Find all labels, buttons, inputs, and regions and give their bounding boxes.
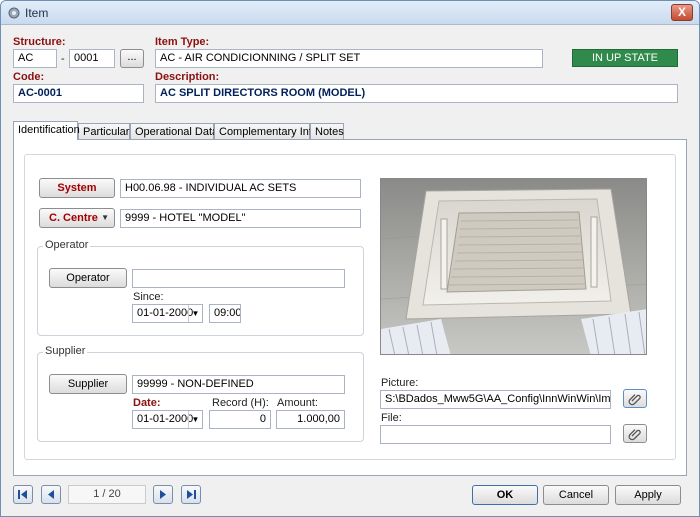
supplier-field[interactable]: 99999 - NON-DEFINED [132, 375, 345, 394]
description-field[interactable]: AC SPLIT DIRECTORS ROOM (MODEL) [155, 84, 678, 103]
record-pager: 1 / 20 [68, 485, 146, 504]
system-field[interactable]: H00.06.98 - INDIVIDUAL AC SETS [120, 179, 361, 198]
picture-label: Picture: [381, 377, 419, 389]
close-button[interactable]: X [671, 4, 693, 21]
tab-identification[interactable]: Identification [13, 121, 80, 140]
since-date-field[interactable]: 01-01-2000 ▼ [132, 304, 203, 323]
tab-complementary-info[interactable]: Complementary Info. [214, 123, 321, 140]
tab-notes[interactable]: Notes [310, 123, 344, 140]
since-date-value: 01-01-2000 [137, 307, 194, 319]
code-label: Code: [13, 71, 45, 83]
item-window: Item X Structure: AC - 0001 ... Item Typ… [0, 0, 700, 517]
window-title: Item [25, 6, 49, 20]
structure-number-field[interactable]: 0001 [69, 49, 115, 68]
supplier-date-field[interactable]: 01-01-2000 ▼ [132, 410, 203, 429]
cost-centre-button[interactable]: C. Centre ▼ [39, 208, 115, 228]
record-hours-label: Record (H): [212, 397, 269, 409]
amount-label: Amount: [277, 397, 318, 409]
chevron-down-icon: ▼ [101, 213, 109, 222]
ok-button[interactable]: OK [472, 485, 538, 505]
since-label: Since: [133, 291, 164, 303]
tab-operational-data[interactable]: Operational Data [130, 123, 218, 140]
picture-attach-button[interactable] [623, 389, 647, 408]
previous-record-icon [48, 490, 54, 499]
code-field[interactable]: AC-0001 [13, 84, 144, 103]
last-record-button[interactable] [181, 485, 201, 504]
footer-bar: 1 / 20 OK Cancel Apply [1, 479, 699, 516]
supplier-button[interactable]: Supplier [49, 374, 127, 394]
supplier-date-label: Date: [133, 397, 161, 409]
item-type-label: Item Type: [155, 36, 210, 48]
operator-field[interactable] [132, 269, 345, 288]
structure-label: Structure: [13, 36, 66, 48]
item-picture [380, 178, 647, 355]
operator-button[interactable]: Operator [49, 268, 127, 288]
next-record-button[interactable] [153, 485, 173, 504]
picture-path-field[interactable]: S:\BDados_Mww5G\AA_Config\InnWinWin\Imag… [380, 390, 611, 409]
last-record-icon [187, 490, 196, 499]
paperclip-icon [628, 429, 641, 441]
cancel-button[interactable]: Cancel [543, 485, 609, 505]
supplier-group-title: Supplier [43, 345, 88, 357]
paperclip-icon [628, 394, 641, 406]
operator-group-title: Operator [43, 239, 91, 251]
amount-field[interactable]: 1.000,00 [276, 410, 345, 429]
gear-icon [8, 7, 20, 19]
apply-button[interactable]: Apply [615, 485, 681, 505]
cost-centre-field[interactable]: 9999 - HOTEL "MODEL" [120, 209, 361, 228]
item-type-field[interactable]: AC - AIR CONDICIONNING / SPLIT SET [155, 49, 543, 68]
file-label: File: [381, 412, 402, 424]
chevron-down-icon[interactable]: ▼ [188, 411, 202, 428]
title-bar: Item X [1, 1, 699, 25]
first-record-button[interactable] [13, 485, 33, 504]
system-button[interactable]: System [39, 178, 115, 198]
structure-browse-button[interactable]: ... [120, 49, 144, 68]
since-time-field[interactable]: 09:00 [209, 304, 241, 323]
first-record-icon [18, 490, 27, 499]
record-hours-field[interactable]: 0 [209, 410, 271, 429]
file-field[interactable] [380, 425, 611, 444]
structure-separator: - [61, 53, 65, 65]
structure-code-field[interactable]: AC [13, 49, 57, 68]
cost-centre-button-label: C. Centre [49, 212, 98, 224]
tab-particulars[interactable]: Particulars [78, 123, 135, 140]
state-badge: IN UP STATE [572, 49, 678, 67]
next-record-icon [160, 490, 166, 499]
previous-record-button[interactable] [41, 485, 61, 504]
description-label: Description: [155, 71, 220, 83]
chevron-down-icon[interactable]: ▼ [188, 305, 202, 322]
supplier-date-value: 01-01-2000 [137, 413, 194, 425]
ac-unit-image [381, 179, 646, 354]
file-attach-button[interactable] [623, 424, 647, 443]
